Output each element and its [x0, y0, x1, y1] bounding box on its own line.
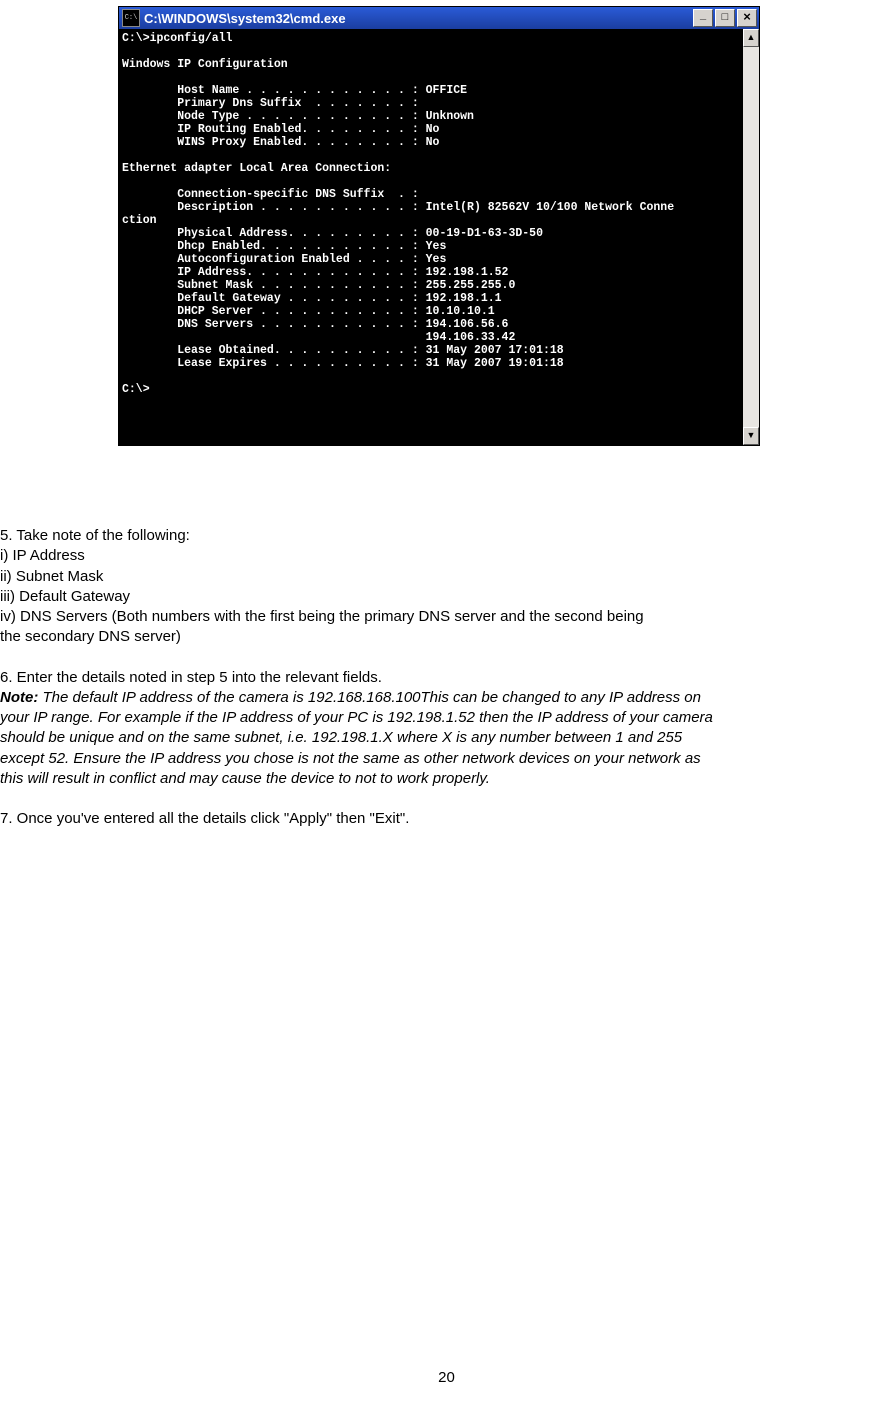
step-5-item-ii: ii) Subnet Mask	[0, 567, 893, 587]
scrollbar[interactable]	[743, 29, 759, 445]
note-line-5: this will result in conflict and may cau…	[0, 769, 893, 789]
maximize-button[interactable]	[715, 9, 735, 27]
window-buttons	[693, 9, 757, 27]
minimize-button[interactable]	[693, 9, 713, 27]
cmd-icon	[122, 9, 140, 27]
step-5-item-i: i) IP Address	[0, 546, 893, 566]
note-line-1: Note: The default IP address of the came…	[0, 688, 893, 708]
step-5-heading: 5. Take note of the following:	[0, 526, 893, 546]
close-button[interactable]	[737, 9, 757, 27]
step-5-item-iv-b: the secondary DNS server)	[0, 627, 893, 647]
cmd-titlebar: C:\WINDOWS\system32\cmd.exe	[119, 7, 759, 29]
step-7: 7. Once you've entered all the details c…	[0, 809, 893, 829]
scroll-down-icon[interactable]	[743, 427, 759, 445]
cmd-title: C:\WINDOWS\system32\cmd.exe	[144, 11, 693, 26]
step-5-item-iii: iii) Default Gateway	[0, 587, 893, 607]
note-line-4: except 52. Ensure the IP address you cho…	[0, 749, 893, 769]
scroll-track[interactable]	[743, 47, 759, 427]
step-6: 6. Enter the details noted in step 5 int…	[0, 668, 893, 688]
page-number: 20	[0, 1369, 893, 1386]
note-line-3: should be unique and on the same subnet,…	[0, 728, 893, 748]
cmd-output: C:\>ipconfig/all Windows IP Configuratio…	[119, 29, 743, 445]
cmd-window: C:\WINDOWS\system32\cmd.exe C:\>ipconfig…	[118, 6, 760, 446]
scroll-up-icon[interactable]	[743, 29, 759, 47]
step-5-item-iv-a: iv) DNS Servers (Both numbers with the f…	[0, 607, 893, 627]
note-line-2: your IP range. For example if the IP add…	[0, 708, 893, 728]
note-label: Note:	[0, 689, 38, 706]
